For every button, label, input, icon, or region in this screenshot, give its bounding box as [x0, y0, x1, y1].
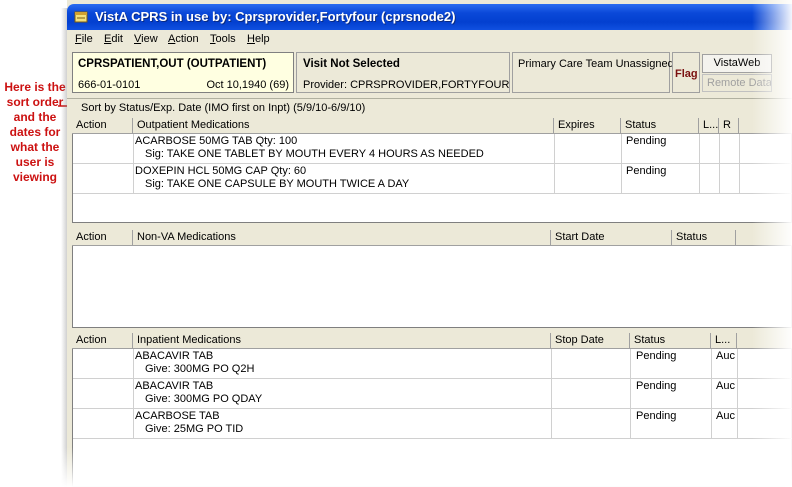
nonva-list[interactable] — [72, 246, 792, 328]
visit-provider: Provider: CPRSPROVIDER,FORTYFOUR — [303, 79, 510, 91]
col-status[interactable]: Status — [672, 230, 736, 246]
remote-data-button[interactable]: Remote Data — [702, 74, 772, 92]
title-bar[interactable]: VistA CPRS in use by: Cprsprovider,Forty… — [67, 4, 792, 30]
col-start-date[interactable]: Start Date — [551, 230, 672, 246]
col-nonva-meds[interactable]: Non-VA Medications — [133, 230, 551, 246]
col-inpatient-meds[interactable]: Inpatient Medications — [133, 333, 551, 349]
med-status: Pending — [626, 165, 667, 177]
table-row[interactable]: ABACAVIR TAB Give: 300MG PO QDAY Pending… — [73, 379, 792, 409]
flag-button[interactable]: Flag — [672, 52, 700, 93]
cprs-app-icon — [74, 11, 88, 23]
col-refills[interactable]: R — [719, 118, 739, 134]
outpatient-list[interactable]: ACARBOSE 50MG TAB Qty: 100 Sig: TAKE ONE… — [72, 134, 792, 223]
col-status[interactable]: Status — [621, 118, 699, 134]
patient-dob: Oct 10,1940 (69) — [206, 79, 289, 91]
menu-file[interactable]: File — [75, 33, 93, 45]
patient-name: CPRSPATIENT,OUT (OUTPATIENT) — [78, 58, 267, 70]
annotation-note: Here is the sort order and the dates for… — [4, 80, 66, 184]
sort-description: Sort by Status/Exp. Date (IMO first on I… — [81, 102, 366, 114]
table-row[interactable]: ACARBOSE 50MG TAB Qty: 100 Sig: TAKE ONE… — [73, 134, 792, 164]
patient-header: CPRSPATIENT,OUT (OUTPATIENT) 666-01-0101… — [67, 50, 792, 96]
cprs-window: VistA CPRS in use by: Cprsprovider,Forty… — [67, 0, 792, 487]
med-location: Auc — [716, 410, 735, 422]
table-row[interactable]: ACARBOSE TAB Give: 25MG PO TID Pending A… — [73, 409, 792, 439]
col-action[interactable]: Action — [72, 230, 133, 246]
table-row[interactable]: ABACAVIR TAB Give: 300MG PO Q2H Pending … — [73, 349, 792, 379]
visit-title: Visit Not Selected — [303, 58, 400, 70]
med-sig: Give: 300MG PO QDAY — [145, 393, 263, 405]
inpatient-header: Action Inpatient Medications Stop Date S… — [72, 333, 792, 349]
patient-ssn: 666-01-0101 — [78, 79, 141, 91]
col-action[interactable]: Action — [72, 118, 133, 134]
med-status: Pending — [636, 350, 677, 362]
primary-care-button[interactable]: Primary Care Team Unassigned — [512, 52, 674, 93]
primary-care-team: Primary Care Team Unassigned — [518, 58, 674, 70]
patient-info-button[interactable]: CPRSPATIENT,OUT (OUTPATIENT) 666-01-0101… — [72, 52, 294, 93]
med-status: Pending — [636, 410, 677, 422]
col-stop-date[interactable]: Stop Date — [551, 333, 630, 349]
vistaweb-button[interactable]: VistaWeb — [702, 54, 772, 73]
col-status[interactable]: Status — [630, 333, 711, 349]
table-row[interactable]: DOXEPIN HCL 50MG CAP Qty: 60 Sig: TAKE O… — [73, 164, 792, 194]
menu-edit[interactable]: Edit — [104, 33, 123, 45]
med-status: Pending — [636, 380, 677, 392]
med-name: ACARBOSE TAB — [135, 410, 220, 422]
med-name: ABACAVIR TAB — [135, 350, 214, 362]
window-title: VistA CPRS in use by: Cprsprovider,Forty… — [95, 9, 456, 24]
med-name: DOXEPIN HCL 50MG CAP Qty: 60 — [135, 165, 307, 177]
col-location[interactable]: L... — [711, 333, 737, 349]
med-sig: Sig: TAKE ONE TABLET BY MOUTH EVERY 4 HO… — [145, 148, 484, 160]
visit-info-button[interactable]: Visit Not Selected Provider: CPRSPROVIDE… — [296, 52, 510, 93]
col-action[interactable]: Action — [72, 333, 133, 349]
menu-view[interactable]: View — [134, 33, 158, 45]
flag-label: Flag — [675, 68, 698, 80]
med-sig: Give: 25MG PO TID — [145, 423, 244, 435]
med-name: ABACAVIR TAB — [135, 380, 214, 392]
menu-bar: File Edit View Action Tools Help — [67, 30, 792, 49]
med-name: ACARBOSE 50MG TAB Qty: 100 — [135, 135, 298, 147]
col-location[interactable]: L... — [699, 118, 719, 134]
med-location: Auc — [716, 380, 735, 392]
med-sig: Sig: TAKE ONE CAPSULE BY MOUTH TWICE A D… — [145, 178, 410, 190]
menu-action[interactable]: Action — [168, 33, 199, 45]
menu-help[interactable]: Help — [247, 33, 270, 45]
med-status: Pending — [626, 135, 667, 147]
col-outpatient-meds[interactable]: Outpatient Medications — [133, 118, 554, 134]
med-location: Auc — [716, 350, 735, 362]
nonva-header: Action Non-VA Medications Start Date Sta… — [72, 230, 792, 246]
med-sig: Give: 300MG PO Q2H — [145, 363, 255, 375]
outpatient-header: Action Outpatient Medications Expires St… — [72, 118, 792, 134]
inpatient-list[interactable]: ABACAVIR TAB Give: 300MG PO Q2H Pending … — [72, 349, 792, 487]
col-expires[interactable]: Expires — [554, 118, 621, 134]
sort-bar: Sort by Status/Exp. Date (IMO first on I… — [67, 98, 792, 116]
menu-tools[interactable]: Tools — [210, 33, 236, 45]
